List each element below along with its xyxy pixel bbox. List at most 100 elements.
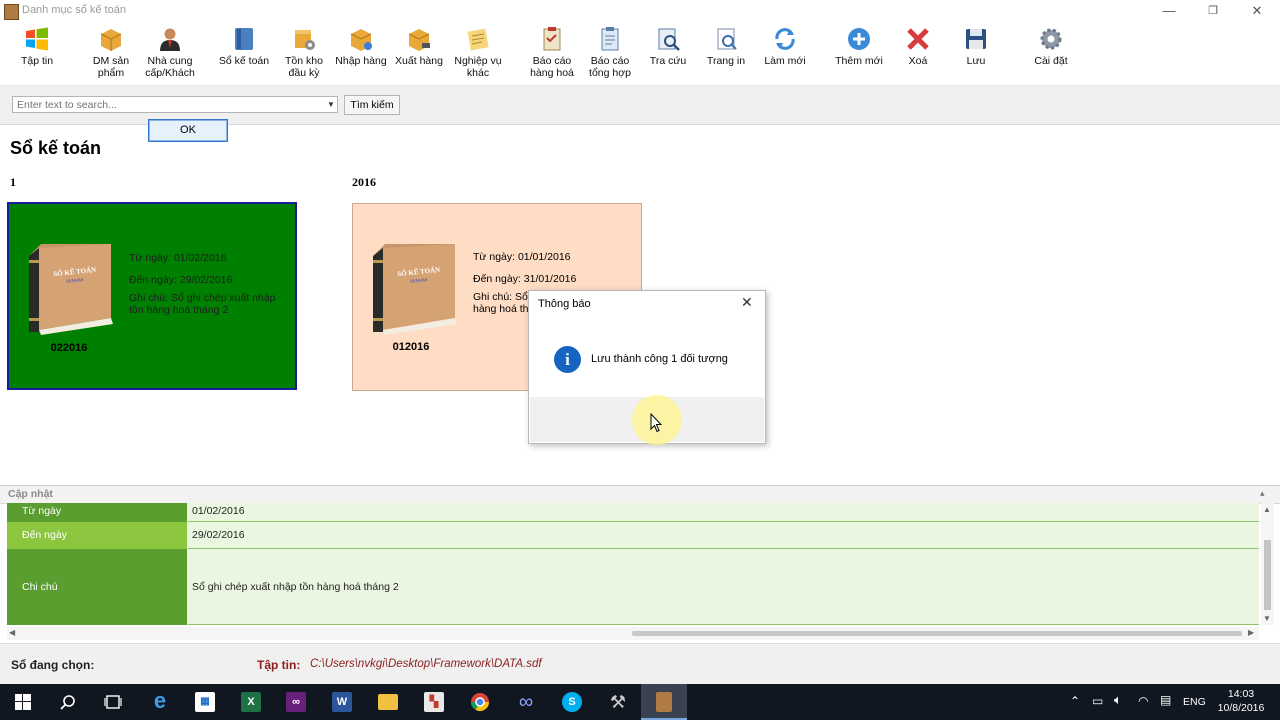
- box-cart-icon: [408, 29, 430, 51]
- store-icon[interactable]: ▦: [182, 684, 228, 720]
- ribbon-xuat-hang[interactable]: Xuất hàng: [394, 26, 444, 67]
- report-icon: [543, 27, 561, 51]
- update-panel-header: [0, 485, 1280, 504]
- pin-icon[interactable]: ▴: [1260, 488, 1265, 499]
- window-title: Danh mục sổ kế toán: [22, 4, 126, 16]
- wifi-icon[interactable]: ◠: [1138, 694, 1148, 708]
- grid-label: Chi chú: [7, 549, 187, 625]
- selected-ledger-label: Sổ đang chọn:: [11, 658, 95, 672]
- skype-icon[interactable]: S: [549, 684, 595, 720]
- notification-icon[interactable]: ▤: [1160, 693, 1171, 707]
- ribbon-label: Báo cáo tổng hợp: [589, 55, 631, 79]
- notepad-icon: [467, 28, 489, 51]
- book-icon: SỔ KẾ TOÁN SKNVAK: [373, 244, 457, 335]
- ribbon-luu[interactable]: Lưu: [956, 26, 996, 67]
- ribbon-label: Xuất hàng: [395, 55, 443, 67]
- ribbon-bao-cao-tong-hop[interactable]: Báo cáo tổng hợp: [584, 26, 636, 79]
- ribbon-label: Nhập hàng: [335, 55, 387, 67]
- search-button[interactable]: Tìm kiếm: [344, 95, 400, 115]
- ribbon-lam-moi[interactable]: Làm mới: [760, 26, 810, 67]
- ribbon-label: Lưu: [966, 55, 986, 67]
- ok-button[interactable]: OK: [148, 119, 228, 142]
- group-title: 2016: [352, 175, 376, 189]
- ribbon-xoa[interactable]: Xoá: [898, 26, 938, 67]
- close-button[interactable]: ✕: [1234, 0, 1280, 22]
- start-icon[interactable]: [0, 684, 46, 720]
- scroll-up-icon[interactable]: ▲: [1263, 505, 1271, 514]
- app-ledger-icon: [4, 4, 19, 20]
- card-note: Ghi chú: Sổ ghi chép xuất nhập tồn hàng …: [129, 292, 276, 316]
- ribbon-label: Nghiệp vụ khác: [454, 55, 502, 79]
- windows-logo-icon: [26, 27, 48, 51]
- infinity-app-icon[interactable]: ∞: [503, 684, 549, 720]
- ribbon-nhap-hang[interactable]: Nhập hàng: [334, 26, 388, 67]
- delete-x-icon: [907, 28, 929, 50]
- ribbon-them-moi[interactable]: Thêm mới: [834, 26, 884, 67]
- restore-button[interactable]: ❐: [1190, 0, 1236, 22]
- ribbon-bao-cao-hang-hoa[interactable]: Báo cáo hàng hoá: [526, 26, 578, 79]
- search-icon[interactable]: [45, 684, 91, 720]
- ribbon-dm-san-pham[interactable]: DM sản phẩm: [86, 26, 136, 79]
- box-in-icon: [350, 29, 372, 51]
- floppy-save-icon: [966, 29, 986, 49]
- grid-row-from-date[interactable]: Từ ngày 01/02/2016: [7, 503, 1259, 522]
- minimize-button[interactable]: —: [1146, 0, 1192, 22]
- ribbon-cai-dat[interactable]: Cài đặt: [1026, 26, 1076, 67]
- battery-icon[interactable]: ▭: [1092, 694, 1103, 708]
- ribbon-ton-kho[interactable]: Tồn kho đầu kỳ: [282, 26, 326, 79]
- volume-icon[interactable]: 🔈︎: [1114, 692, 1122, 708]
- grid-row-to-date[interactable]: Đến ngày 29/02/2016: [7, 522, 1259, 549]
- dialog-close-icon[interactable]: ✕: [741, 294, 753, 311]
- grid-value[interactable]: Sổ ghi chép xuất nhập tồn hàng hoá tháng…: [188, 549, 1259, 625]
- show-hidden-icons-icon[interactable]: ⌃: [1070, 694, 1080, 708]
- clipboard-icon: [601, 27, 619, 51]
- horizontal-scroll-thumb[interactable]: [632, 631, 1242, 636]
- ribbon-tap-tin[interactable]: Tập tin: [12, 26, 62, 67]
- card-code: 012016: [392, 341, 430, 353]
- ribbon-nghiep-vu-khac[interactable]: Nghiệp vụ khác: [452, 26, 504, 79]
- grid-value[interactable]: 29/02/2016: [188, 522, 1259, 549]
- search-input[interactable]: [12, 96, 338, 113]
- print-preview-icon: [717, 28, 737, 50]
- chrome-icon[interactable]: [457, 684, 503, 720]
- visual-studio-icon[interactable]: ∞: [273, 684, 319, 720]
- tools-icon[interactable]: ⚒: [595, 684, 641, 720]
- person-icon: [160, 28, 180, 51]
- ribbon-so-ke-toan[interactable]: Sổ kế toán: [218, 26, 270, 67]
- edge-icon[interactable]: e: [137, 684, 183, 720]
- language-indicator[interactable]: ENG: [1183, 696, 1206, 708]
- ribbon-label: Trang in: [706, 55, 746, 67]
- card-from-date: Từ ngày: 01/02/2016: [129, 252, 227, 264]
- ribbon-tra-cuu[interactable]: Tra cứu: [646, 26, 690, 67]
- task-view-icon[interactable]: [90, 684, 136, 720]
- gear-icon: [1040, 28, 1062, 50]
- clock[interactable]: 14:03 10/8/2016: [1210, 687, 1272, 715]
- app-icon[interactable]: ▚: [411, 684, 457, 720]
- lookup-icon: [658, 28, 680, 51]
- ledger-card-022016[interactable]: SỔ KẾ TOÁN SKNVAK 022016 Từ ngày: 01/02/…: [7, 202, 297, 390]
- dialog-title: Thông báo: [538, 298, 591, 310]
- inventory-gear-icon: [295, 30, 315, 50]
- search-dropdown-icon[interactable]: ▼: [324, 97, 338, 112]
- scroll-left-icon[interactable]: ◀: [9, 628, 15, 637]
- add-icon: [848, 28, 870, 50]
- ribbon-nha-cung-cap[interactable]: Nhà cung cấp/Khách: [142, 26, 198, 79]
- file-explorer-icon[interactable]: [365, 684, 411, 720]
- excel-icon[interactable]: X: [228, 684, 274, 720]
- ledger-app-icon[interactable]: [641, 684, 687, 720]
- book-icon: SỔ KẾ TOÁN SKNVAK: [29, 244, 113, 335]
- scroll-down-icon[interactable]: ▼: [1263, 614, 1271, 623]
- ribbon-label: Làm mới: [764, 55, 806, 67]
- file-path: C:\Users\nvkgi\Desktop\Framework\DATA.sd…: [310, 658, 542, 670]
- grid-row-note[interactable]: Chi chú Sổ ghi chép xuất nhập tồn hàng h…: [7, 549, 1259, 625]
- vertical-scroll-thumb[interactable]: [1264, 540, 1271, 610]
- word-icon[interactable]: W: [319, 684, 365, 720]
- ribbon-label: Cài đặt: [1034, 55, 1068, 67]
- ribbon-trang-in[interactable]: Trang in: [704, 26, 748, 67]
- grid-value[interactable]: 01/02/2016: [188, 503, 1259, 522]
- grid-label: Đến ngày: [7, 522, 187, 549]
- dialog-message: Lưu thành công 1 đối tượng: [591, 353, 728, 365]
- scroll-right-icon[interactable]: ▶: [1248, 628, 1254, 637]
- card-note-line2: hàng hoá th: [473, 303, 529, 315]
- file-label: Tập tin:: [257, 658, 301, 672]
